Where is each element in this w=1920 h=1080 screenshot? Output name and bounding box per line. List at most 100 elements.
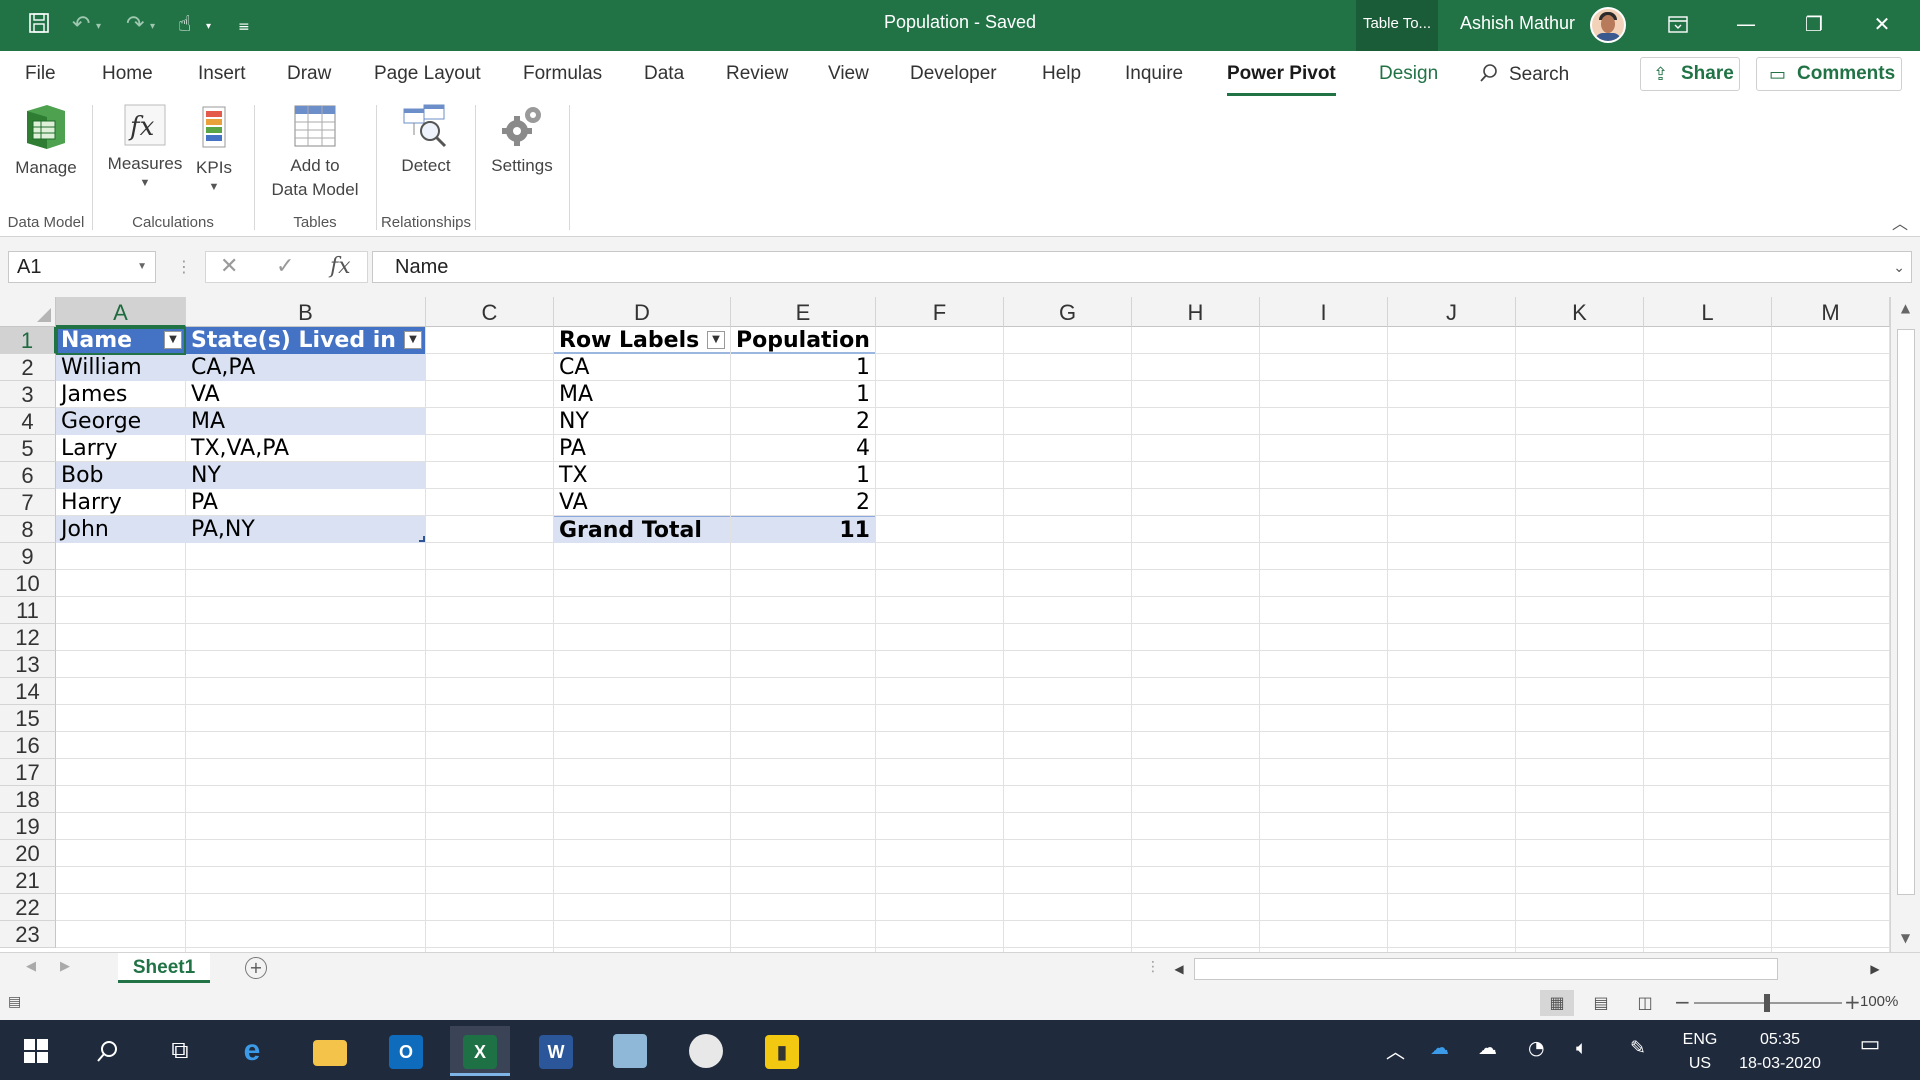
add-sheet-icon[interactable]: + xyxy=(245,957,267,979)
select-all-corner[interactable] xyxy=(0,297,56,327)
row-header-11[interactable]: 11 xyxy=(0,597,56,624)
notification-center-icon[interactable]: ▭ xyxy=(1855,1032,1885,1062)
search-box[interactable]: Search xyxy=(1479,63,1569,86)
scroll-right-icon[interactable]: ▶ xyxy=(1864,958,1886,980)
column-header-g[interactable]: G xyxy=(1004,297,1132,327)
restore-icon[interactable]: ❐ xyxy=(1784,0,1844,51)
user-avatar[interactable] xyxy=(1590,7,1626,43)
column-header-c[interactable]: C xyxy=(426,297,554,327)
onedrive-personal-icon[interactable]: ☁ xyxy=(1478,1037,1497,1059)
column-header-a[interactable]: A xyxy=(56,297,186,327)
row-header-16[interactable]: 16 xyxy=(0,732,56,759)
tab-design[interactable]: Design xyxy=(1379,63,1438,85)
edge-browser-icon[interactable]: e xyxy=(222,1026,282,1076)
scroll-up-icon[interactable]: ▲ xyxy=(1891,301,1920,315)
filter-dropdown-icon[interactable]: ▼ xyxy=(404,331,422,349)
pivot-row-value[interactable]: 1 xyxy=(731,462,875,489)
tab-data[interactable]: Data xyxy=(644,63,684,85)
table-cell-states[interactable]: PA,NY xyxy=(186,516,425,543)
tab-developer[interactable]: Developer xyxy=(910,63,997,85)
table-header-states[interactable]: State(s) Lived in xyxy=(186,327,425,354)
cancel-entry-icon[interactable]: ✕ xyxy=(220,251,238,283)
power-bi-icon[interactable]: ▮ xyxy=(752,1026,812,1076)
row-header-5[interactable]: 5 xyxy=(0,435,56,462)
row-header-4[interactable]: 4 xyxy=(0,408,56,435)
table-resize-handle[interactable] xyxy=(419,536,425,542)
detect-button[interactable]: Detect xyxy=(388,103,464,178)
table-cell-states[interactable]: MA xyxy=(186,408,425,435)
settings-button[interactable]: Settings xyxy=(484,103,560,178)
tab-file[interactable]: File xyxy=(25,63,56,85)
formula-bar-resize-icon[interactable]: ⋮ xyxy=(176,251,192,283)
macro-recording-icon[interactable]: ▤ xyxy=(8,994,21,1010)
column-header-b[interactable]: B xyxy=(186,297,426,327)
formula-input[interactable]: Name ⌄ xyxy=(372,251,1912,283)
table-cell-states[interactable]: CA,PA xyxy=(186,354,425,381)
normal-view-icon[interactable]: ▦ xyxy=(1540,990,1574,1016)
wifi-icon[interactable]: ◔ xyxy=(1528,1037,1545,1059)
expand-formula-bar-icon[interactable]: ⌄ xyxy=(1893,252,1905,282)
collapse-ribbon-icon[interactable]: ︿ xyxy=(1892,210,1908,234)
onedrive-icon[interactable]: ☁ xyxy=(1430,1037,1449,1059)
tab-review[interactable]: Review xyxy=(726,63,788,85)
row-header-6[interactable]: 6 xyxy=(0,462,56,489)
tab-view[interactable]: View xyxy=(828,63,869,85)
outlook-icon[interactable]: O xyxy=(376,1026,436,1076)
notepad-icon[interactable] xyxy=(600,1026,660,1076)
pivot-row-label[interactable]: PA xyxy=(554,435,730,462)
input-language[interactable]: ENG US xyxy=(1680,1028,1720,1076)
row-header-20[interactable]: 20 xyxy=(0,840,56,867)
row-header-9[interactable]: 9 xyxy=(0,543,56,570)
table-cell-name[interactable]: Larry xyxy=(56,435,185,462)
pivot-row-value[interactable]: 1 xyxy=(731,354,875,381)
tab-help[interactable]: Help xyxy=(1042,63,1081,85)
row-header-19[interactable]: 19 xyxy=(0,813,56,840)
tab-home[interactable]: Home xyxy=(102,63,153,85)
table-cell-states[interactable]: VA xyxy=(186,381,425,408)
kpis-button[interactable]: KPIs ▼ xyxy=(192,103,236,194)
pivot-row-value[interactable]: 2 xyxy=(731,489,875,516)
row-header-12[interactable]: 12 xyxy=(0,624,56,651)
row-header-1[interactable]: 1 xyxy=(0,327,56,354)
row-header-8[interactable]: 8 xyxy=(0,516,56,543)
pivot-row-label[interactable]: VA xyxy=(554,489,730,516)
name-box[interactable]: A1 ▼ xyxy=(8,251,156,283)
table-cell-name[interactable]: George xyxy=(56,408,185,435)
row-header-3[interactable]: 3 xyxy=(0,381,56,408)
row-header-17[interactable]: 17 xyxy=(0,759,56,786)
column-header-k[interactable]: K xyxy=(1516,297,1644,327)
row-header-14[interactable]: 14 xyxy=(0,678,56,705)
table-cell-states[interactable]: NY xyxy=(186,462,425,489)
tab-power-pivot[interactable]: Power Pivot xyxy=(1227,63,1336,96)
previous-sheet-icon[interactable]: ◀ xyxy=(26,959,36,974)
comments-button[interactable]: ▭ Comments xyxy=(1756,57,1902,91)
vertical-scroll-thumb[interactable] xyxy=(1897,329,1915,895)
insert-function-icon[interactable]: fx xyxy=(330,251,351,283)
zoom-level[interactable]: 100% xyxy=(1860,993,1898,1010)
row-header-13[interactable]: 13 xyxy=(0,651,56,678)
windows-start-icon[interactable] xyxy=(6,1026,66,1076)
column-header-m[interactable]: M xyxy=(1772,297,1890,327)
task-view-icon[interactable]: ⧉ xyxy=(150,1026,210,1076)
column-header-j[interactable]: J xyxy=(1388,297,1516,327)
sheet-tab-sheet1[interactable]: Sheet1 xyxy=(118,953,210,983)
table-cell-states[interactable]: TX,VA,PA xyxy=(186,435,425,462)
vertical-scrollbar[interactable]: ▲ ▼ xyxy=(1890,297,1920,952)
chevron-down-icon[interactable]: ▼ xyxy=(137,252,147,282)
scroll-down-icon[interactable]: ▼ xyxy=(1891,931,1920,945)
tab-draw[interactable]: Draw xyxy=(287,63,331,85)
manage-button[interactable]: Manage xyxy=(6,103,86,180)
scroll-left-icon[interactable]: ◀ xyxy=(1168,958,1190,980)
tab-formulas[interactable]: Formulas xyxy=(523,63,602,85)
pivot-header-population[interactable]: Population xyxy=(731,327,875,354)
table-cell-name[interactable]: James xyxy=(56,381,185,408)
minimize-icon[interactable]: — xyxy=(1716,0,1776,51)
confirm-entry-icon[interactable]: ✓ xyxy=(276,251,294,283)
column-header-h[interactable]: H xyxy=(1132,297,1260,327)
excel-taskbar-icon[interactable]: X xyxy=(450,1026,510,1076)
pivot-row-label[interactable]: MA xyxy=(554,381,730,408)
pivot-row-value[interactable]: 1 xyxy=(731,381,875,408)
column-header-l[interactable]: L xyxy=(1644,297,1772,327)
pivot-row-label[interactable]: TX xyxy=(554,462,730,489)
horizontal-scroll-thumb[interactable] xyxy=(1194,958,1778,980)
